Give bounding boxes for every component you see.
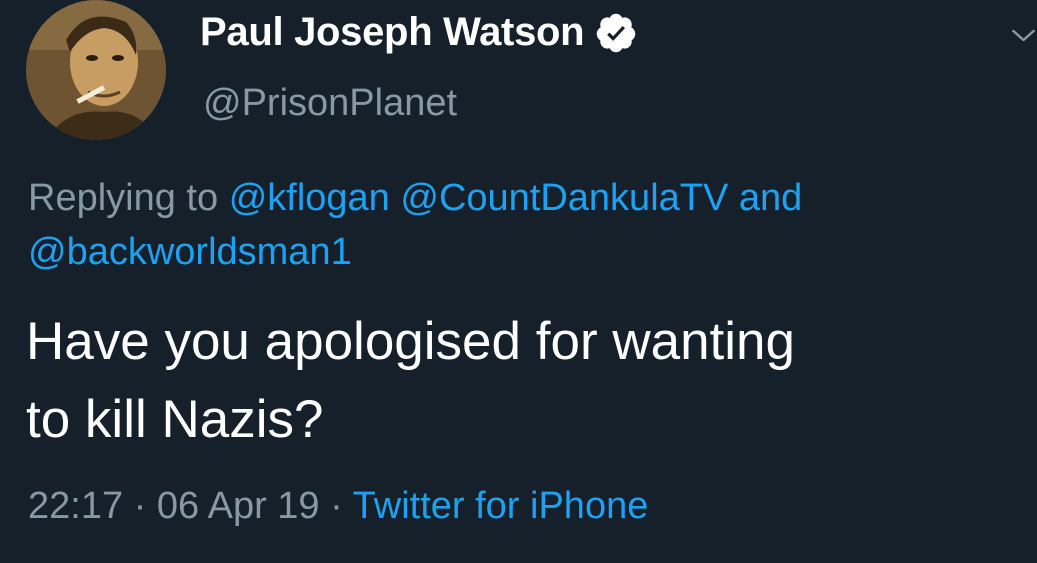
tweet-date[interactable]: 06 Apr 19 xyxy=(157,485,320,527)
reply-context: Replying to @kflogan @CountDankulaTV and… xyxy=(28,171,1008,279)
reply-prefix: Replying to xyxy=(28,177,219,219)
meta-separator: · xyxy=(330,485,343,527)
meta-separator: · xyxy=(133,485,147,527)
display-name[interactable]: Paul Joseph Watson xyxy=(200,10,585,55)
avatar-image xyxy=(26,0,166,140)
author-handle[interactable]: @PrisonPlanet xyxy=(203,82,457,125)
verified-badge-icon xyxy=(594,11,638,55)
author-row: Paul Joseph Watson xyxy=(200,10,638,55)
mention-link[interactable]: @backworldsman1 xyxy=(28,231,352,273)
tweet-text: Have you apologised for wanting to kill … xyxy=(26,303,1016,459)
mention-link[interactable]: @kflogan xyxy=(229,177,390,219)
mention-link[interactable]: @CountDankulaTV xyxy=(400,177,728,219)
tweet-text-line: to kill Nazis? xyxy=(26,390,324,449)
tweet-source-link[interactable]: Twitter for iPhone xyxy=(353,485,649,527)
tweet-time[interactable]: 22:17 xyxy=(28,485,123,527)
reply-conjunction: and xyxy=(738,177,803,219)
avatar[interactable] xyxy=(26,0,166,140)
tweet-text-line: Have you apologised for wanting xyxy=(26,312,795,371)
tweet-meta: 22:17 · 06 Apr 19 · Twitter for iPhone xyxy=(28,485,648,528)
chevron-down-icon[interactable] xyxy=(1010,22,1037,49)
